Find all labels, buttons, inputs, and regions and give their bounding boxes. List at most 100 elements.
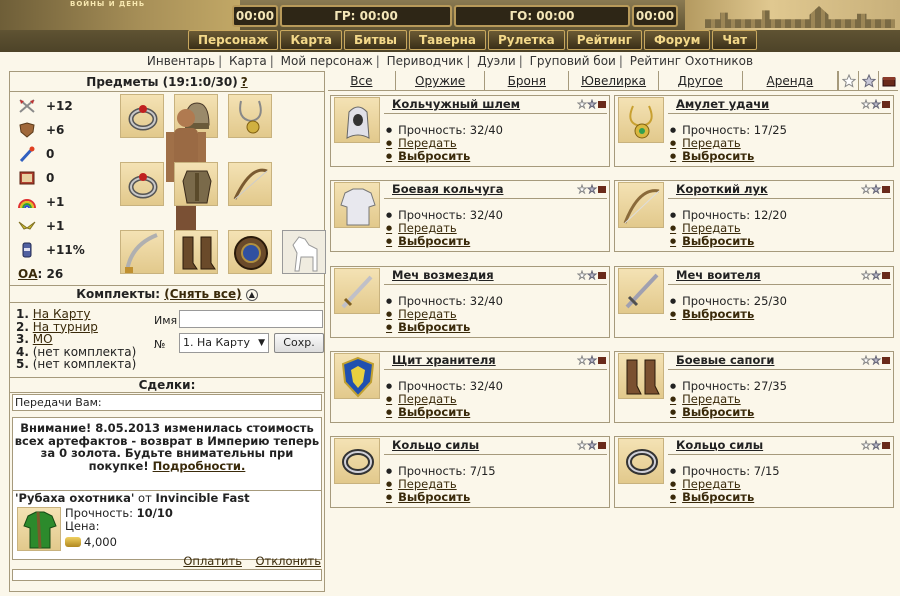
drop-link[interactable]: Выбросить [670,235,787,248]
set-number-select[interactable]: 1. На Карту ▼ [179,333,269,353]
item-controls-icon[interactable] [577,184,607,194]
tab-other[interactable]: Другое [659,71,743,91]
drop-link[interactable]: Выбросить [386,321,503,334]
decline-link[interactable]: Отклонить [255,554,321,568]
chainmail-icon [340,188,376,226]
drop-link[interactable]: Выбросить [670,308,787,321]
shirt-icon [23,511,57,549]
shield-icon [18,122,36,138]
nav-roulette[interactable]: Рулетка [488,30,565,50]
item-card: Амулет удачи Прочность: 17/25ПередатьВыб… [614,95,894,167]
slot-boots[interactable] [174,230,218,274]
item-controls-icon[interactable] [861,440,891,450]
logo-text: ВОЙНЫ И ДЕНЬ [70,0,146,8]
helmet-icon [346,106,370,139]
sets-header: Комплекты: (Снять все) ▲ [10,285,324,303]
slot-amulet[interactable] [228,94,272,138]
stat-magic: 0 [10,142,104,166]
submenu-hunter-rating[interactable]: Рейтинг Охотников [630,54,753,68]
tab-all[interactable]: Все [328,71,396,91]
item-name-link[interactable]: Меч возмездия [384,267,607,285]
item-name-link[interactable]: Меч воителя [668,267,891,285]
nav-tavern[interactable]: Таверна [409,30,486,50]
submenu-inventory[interactable]: Инвентарь [147,54,215,68]
nav-map[interactable]: Карта [280,30,343,50]
star-filled-icon[interactable] [858,71,878,91]
slot-armor[interactable] [174,162,218,206]
nav-forum[interactable]: Форум [644,30,711,50]
item-name-link[interactable]: Кольчужный шлем [384,96,607,114]
item-controls-icon[interactable] [861,355,891,365]
inventory-panel: Все Оружие Броня Ювелирка Другое Аренда … [328,71,898,596]
slot-ring-2[interactable] [120,162,164,206]
submenu-map[interactable]: Карта [229,54,267,68]
sword-icon [625,273,659,309]
deal-info: Прочность: 10/10 Цена: 4,000 [65,506,173,549]
stat-oa: ОА: 26 [18,267,64,281]
drop-link[interactable]: Выбросить [670,491,780,504]
item-image [334,438,380,484]
nav-chat[interactable]: Чат [712,30,758,50]
item-controls-icon[interactable] [577,355,607,365]
drop-link[interactable]: Выбросить [386,235,503,248]
drop-link[interactable]: Выбросить [386,491,496,504]
tab-weapons[interactable]: Оружие [396,71,486,91]
set-name-input[interactable] [179,310,323,328]
book-icon [18,170,36,186]
item-image [334,97,380,143]
item-card: Боевые сапоги Прочность: 27/35ПередатьВы… [614,351,894,423]
drop-link[interactable]: Выбросить [386,406,503,419]
slot-weapon[interactable] [120,230,164,274]
item-name-link[interactable]: Кольцо силы [668,437,891,455]
nav-battles[interactable]: Битвы [344,30,407,50]
slot-mount[interactable] [282,230,326,274]
item-card: Меч воителя Прочность: 25/30Выбросить [614,266,894,338]
tab-armor[interactable]: Броня [485,71,570,91]
item-name-link[interactable]: Боевые сапоги [668,352,891,370]
item-controls-icon[interactable] [577,440,607,450]
unequip-all-link[interactable]: (Снять все) [164,287,241,301]
item-name-link[interactable]: Короткий лук [668,181,891,199]
header-art-left: ВОЙНЫ И ДЕНЬ [0,0,240,30]
wand-icon [18,146,36,163]
item-name-link[interactable]: Щит хранителя [384,352,607,370]
stat-luck: +1 [10,190,104,214]
collapse-icon[interactable]: ▲ [245,288,258,301]
item-card: Короткий лук Прочность: 12/20ПередатьВыб… [614,180,894,252]
item-controls-icon[interactable] [577,99,607,109]
submenu-my-character[interactable]: Мой персонаж [281,54,373,68]
item-name-link[interactable]: Боевая кольчуга [384,181,607,199]
help-link[interactable]: ? [241,75,248,89]
horse-icon [292,236,318,272]
item-controls-icon[interactable] [861,99,891,109]
slot-shield[interactable] [228,230,272,274]
item-image [334,182,380,228]
details-link[interactable]: Подробности. [153,459,246,473]
tab-rent[interactable]: Аренда [743,71,839,91]
star-outline-icon[interactable] [838,71,858,91]
chest-icon[interactable] [878,71,898,91]
item-name-link[interactable]: Кольцо силы [384,437,607,455]
slot-ring-1[interactable] [120,94,164,138]
item-controls-icon[interactable] [861,270,891,280]
submenu-guide[interactable]: Периводчик [387,54,464,68]
drop-link[interactable]: Выбросить [670,406,787,419]
stat-morale: +1 [10,214,104,238]
save-set-button[interactable]: Сохр. [274,333,324,353]
nav-rating[interactable]: Рейтинг [566,30,643,50]
submenu-group-battles[interactable]: Груповий бои [530,54,616,68]
left-panel: Предметы (19:1:0/30)? +12 +6 0 0 +1 +1 +… [9,71,326,592]
item-name-link[interactable]: Амулет удачи [668,96,891,114]
drop-link[interactable]: Выбросить [386,150,503,163]
oa-link[interactable]: ОА [18,267,38,281]
tab-jewelry[interactable]: Ювелирка [569,71,659,91]
item-image [334,353,380,399]
item-controls-icon[interactable] [861,184,891,194]
drop-link[interactable]: Выбросить [670,150,787,163]
nav-character[interactable]: Персонаж [188,30,279,50]
pay-link[interactable]: Оплатить [183,554,242,568]
submenu-duels[interactable]: Дуэли [477,54,516,68]
slot-bow[interactable] [228,162,272,206]
item-controls-icon[interactable] [577,270,607,280]
timer-left: 00:00 [232,5,278,27]
